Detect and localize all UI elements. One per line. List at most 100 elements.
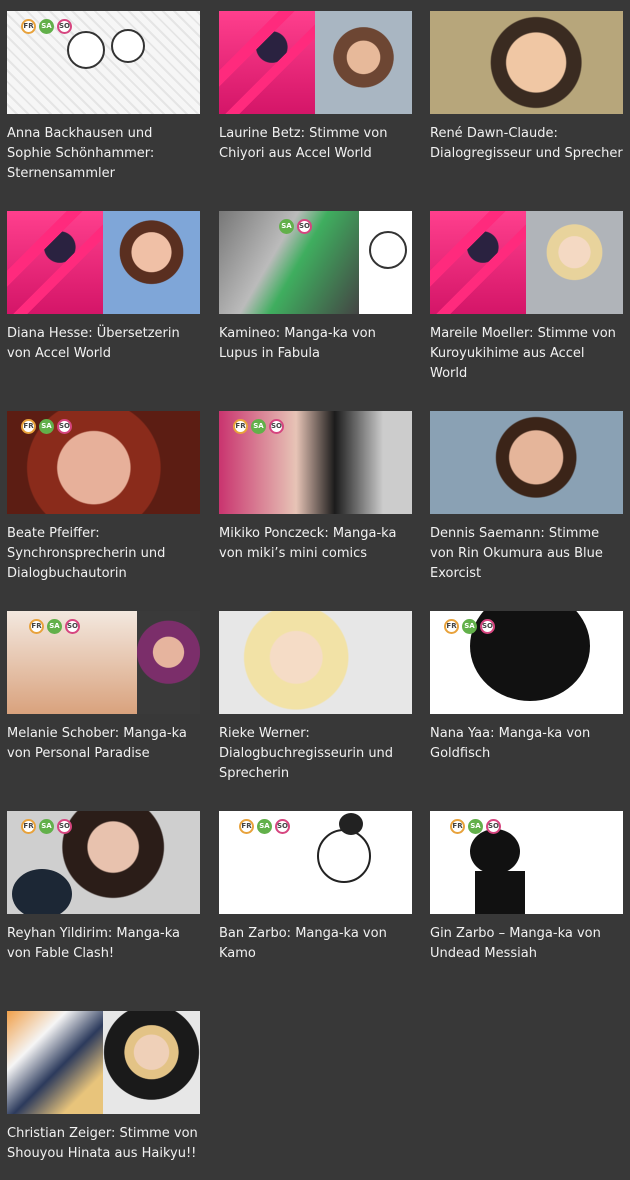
event-badges: FR SA SO bbox=[233, 419, 284, 434]
badge-fr: FR bbox=[444, 619, 459, 634]
guest-photo bbox=[103, 1011, 200, 1114]
guest-caption[interactable]: Nana Yaa: Manga-ka von Goldfisch bbox=[430, 724, 625, 764]
guest-thumbnail[interactable]: FR SA SO bbox=[430, 811, 623, 914]
guest-photo bbox=[430, 11, 623, 114]
guest-thumbnail[interactable] bbox=[430, 411, 623, 514]
guest-thumbnail[interactable]: SA SO bbox=[219, 211, 412, 314]
badge-so: SO bbox=[57, 19, 72, 34]
guest-thumbnail[interactable]: FR SA SO bbox=[7, 411, 200, 514]
illustration-figure bbox=[111, 29, 145, 63]
guest-card[interactable]: FR SA SO Gin Zarbo – Manga-ka von Undead… bbox=[430, 811, 625, 964]
guest-caption[interactable]: Beate Pfeiffer: Synchronsprecherin und D… bbox=[7, 524, 202, 584]
guest-card[interactable]: René Dawn-Claude: Dialogregisseur und Sp… bbox=[430, 11, 625, 164]
guest-card[interactable]: Diana Hesse: Übersetzerin von Accel Worl… bbox=[7, 211, 202, 364]
hair-bun bbox=[339, 813, 363, 835]
guest-caption[interactable]: Christian Zeiger: Stimme von Shouyou Hin… bbox=[7, 1124, 202, 1164]
event-badges: FR SA SO bbox=[21, 819, 72, 834]
guest-caption[interactable]: Laurine Betz: Stimme von Chiyori aus Acc… bbox=[219, 124, 414, 164]
guest-thumbnail[interactable] bbox=[7, 211, 200, 314]
event-badges: FR SA SO bbox=[21, 19, 72, 34]
guest-photo bbox=[137, 611, 200, 714]
event-badges: SA SO bbox=[279, 219, 312, 234]
badge-sa: SA bbox=[462, 619, 477, 634]
guest-thumbnail[interactable]: FR SA SO bbox=[7, 811, 200, 914]
guest-card[interactable]: FR SA SO Anna Backhausen und Sophie Schö… bbox=[7, 11, 202, 184]
badge-fr: FR bbox=[29, 619, 44, 634]
guest-thumbnail[interactable] bbox=[430, 211, 623, 314]
plush-toy bbox=[12, 869, 72, 914]
guest-thumbnail[interactable]: FR SA SO bbox=[219, 411, 412, 514]
guest-caption[interactable]: Ban Zarbo: Manga-ka von Kamo bbox=[219, 924, 414, 964]
guest-caption[interactable]: Diana Hesse: Übersetzerin von Accel Worl… bbox=[7, 324, 202, 364]
guest-card[interactable]: FR SA SO Nana Yaa: Manga-ka von Goldfisc… bbox=[430, 611, 625, 764]
guest-card[interactable]: FR SA SO Mikiko Ponczeck: Manga-ka von m… bbox=[219, 411, 414, 564]
badge-so: SO bbox=[57, 419, 72, 434]
guest-card[interactable]: FR SA SO Beate Pfeiffer: Synchronspreche… bbox=[7, 411, 202, 584]
event-badges: FR SA SO bbox=[444, 619, 495, 634]
guest-caption[interactable]: Mikiko Ponczeck: Manga-ka von miki’s min… bbox=[219, 524, 414, 564]
badge-sa: SA bbox=[279, 219, 294, 234]
guest-card[interactable]: Dennis Saemann: Stimme von Rin Okumura a… bbox=[430, 411, 625, 584]
illustration-body bbox=[475, 871, 525, 914]
anime-artwork bbox=[7, 1011, 103, 1114]
guest-photo bbox=[103, 211, 200, 314]
guest-caption[interactable]: Dennis Saemann: Stimme von Rin Okumura a… bbox=[430, 524, 625, 584]
anime-artwork bbox=[430, 211, 526, 314]
guest-card[interactable]: SA SO Kamineo: Manga-ka von Lupus in Fab… bbox=[219, 211, 414, 364]
guest-card[interactable]: FR SA SO Ban Zarbo: Manga-ka von Kamo bbox=[219, 811, 414, 964]
guest-card[interactable]: FR SA SO Melanie Schober: Manga-ka von P… bbox=[7, 611, 202, 764]
guest-caption[interactable]: Rieke Werner: Dialogbuchregisseurin und … bbox=[219, 724, 414, 784]
guest-thumbnail[interactable] bbox=[7, 1011, 200, 1114]
illustration-figure bbox=[470, 829, 520, 874]
guest-grid: FR SA SO Anna Backhausen und Sophie Schö… bbox=[0, 0, 630, 1180]
badge-sa: SA bbox=[39, 19, 54, 34]
badge-sa: SA bbox=[39, 419, 54, 434]
guest-card[interactable]: Laurine Betz: Stimme von Chiyori aus Acc… bbox=[219, 11, 414, 164]
badge-so: SO bbox=[297, 219, 312, 234]
event-badges: FR SA SO bbox=[29, 619, 80, 634]
illustration-figure bbox=[67, 31, 105, 69]
badge-fr: FR bbox=[239, 819, 254, 834]
guest-caption[interactable]: René Dawn-Claude: Dialogregisseur und Sp… bbox=[430, 124, 625, 164]
badge-sa: SA bbox=[468, 819, 483, 834]
guest-thumbnail[interactable]: FR SA SO bbox=[430, 611, 623, 714]
badge-so: SO bbox=[65, 619, 80, 634]
guest-caption[interactable]: Kamineo: Manga-ka von Lupus in Fabula bbox=[219, 324, 414, 364]
guest-card[interactable]: Christian Zeiger: Stimme von Shouyou Hin… bbox=[7, 1011, 202, 1164]
guest-caption[interactable]: Melanie Schober: Manga-ka von Personal P… bbox=[7, 724, 202, 764]
badge-so: SO bbox=[275, 819, 290, 834]
badge-sa: SA bbox=[39, 819, 54, 834]
badge-fr: FR bbox=[450, 819, 465, 834]
illustration-figure bbox=[317, 829, 371, 883]
illustration-figure bbox=[369, 231, 407, 269]
badge-fr: FR bbox=[21, 819, 36, 834]
badge-so: SO bbox=[480, 619, 495, 634]
guest-caption[interactable]: Reyhan Yildirim: Manga-ka von Fable Clas… bbox=[7, 924, 202, 964]
guest-caption[interactable]: Mareile Moeller: Stimme von Kuroyukihime… bbox=[430, 324, 625, 384]
guest-card[interactable]: Rieke Werner: Dialogbuchregisseurin und … bbox=[219, 611, 414, 784]
event-badges: FR SA SO bbox=[239, 819, 290, 834]
guest-thumbnail[interactable] bbox=[430, 11, 623, 114]
guest-caption[interactable]: Anna Backhausen und Sophie Schönhammer: … bbox=[7, 124, 202, 184]
anime-artwork bbox=[219, 11, 315, 114]
badge-fr: FR bbox=[21, 19, 36, 34]
badge-so: SO bbox=[486, 819, 501, 834]
badge-fr: FR bbox=[233, 419, 248, 434]
guest-caption[interactable]: Gin Zarbo – Manga-ka von Undead Messiah bbox=[430, 924, 625, 964]
event-badges: FR SA SO bbox=[21, 419, 72, 434]
guest-card[interactable]: FR SA SO Reyhan Yildirim: Manga-ka von F… bbox=[7, 811, 202, 964]
guest-thumbnail[interactable]: FR SA SO bbox=[219, 811, 412, 914]
guest-thumbnail[interactable] bbox=[219, 611, 412, 714]
badge-sa: SA bbox=[47, 619, 62, 634]
guest-thumbnail[interactable]: FR SA SO bbox=[7, 11, 200, 114]
badge-fr: FR bbox=[21, 419, 36, 434]
guest-photo bbox=[315, 11, 412, 114]
badge-sa: SA bbox=[257, 819, 272, 834]
guest-thumbnail[interactable]: FR SA SO bbox=[7, 611, 200, 714]
guest-thumbnail[interactable] bbox=[219, 11, 412, 114]
guest-card[interactable]: Mareile Moeller: Stimme von Kuroyukihime… bbox=[430, 211, 625, 384]
badge-sa: SA bbox=[251, 419, 266, 434]
badge-so: SO bbox=[57, 819, 72, 834]
anime-artwork bbox=[7, 211, 103, 314]
event-badges: FR SA SO bbox=[450, 819, 501, 834]
